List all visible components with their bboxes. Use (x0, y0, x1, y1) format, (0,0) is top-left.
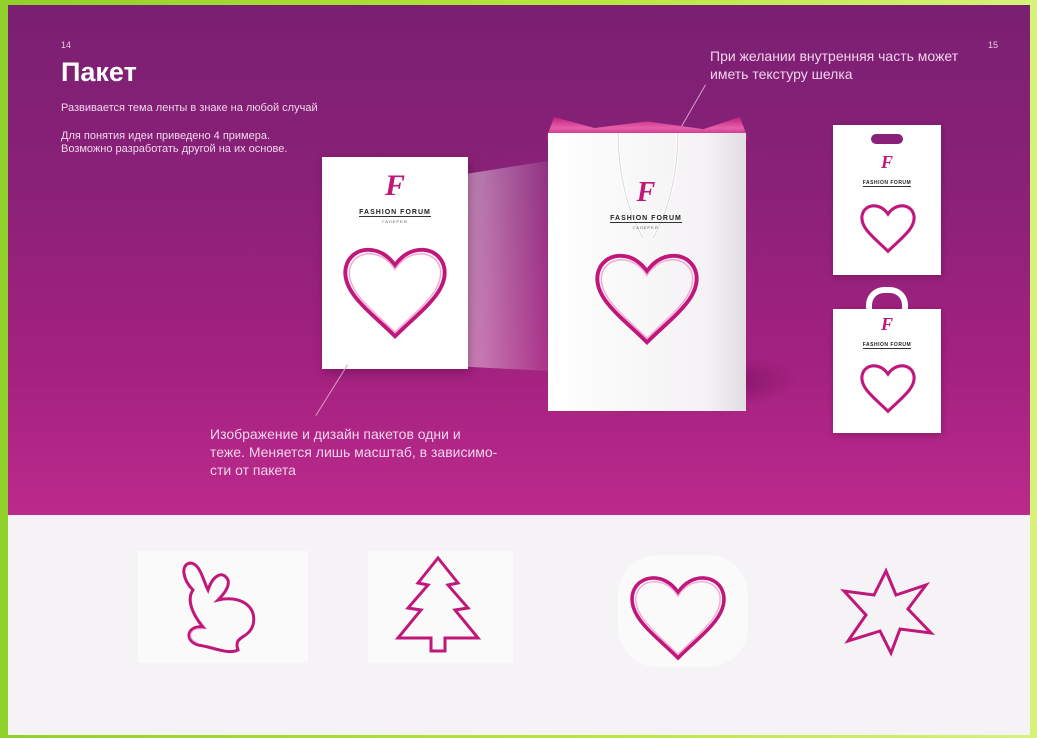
small-heart-icon (860, 204, 916, 254)
page-title: Пакет (61, 57, 137, 87)
bag-logo: F FASHION FORUM ГАЛЕРЕЯ (596, 179, 696, 230)
small-logo-mark: F (880, 152, 893, 172)
small2-logo-mark: F (880, 314, 893, 334)
logo-mark: F (384, 169, 405, 202)
page-number-left: 14 (61, 40, 72, 50)
small2-heart-icon (860, 364, 916, 414)
bag-logo-name: FASHION FORUM (610, 215, 682, 223)
flat-bag-design: F FASHION FORUM ГАЛЕРЕЯ (322, 157, 468, 369)
callout-design-line1: Изображение и дизайн пакетов одни и (210, 426, 461, 442)
subtitle-examples-line2: Возможно разработать другой на их основе… (61, 143, 288, 155)
top-section: 14 15 Пакет Развивается тема ленты в зна… (8, 5, 1030, 515)
small-bag2-logo: F FASHION FORUM (847, 315, 927, 351)
ribbon-shapes-section (8, 515, 1030, 735)
ribbon-star-icon (840, 567, 936, 657)
ribbon-bunny-icon (182, 561, 256, 654)
logo-subtitle: ГАЛЕРЕЯ (382, 219, 408, 224)
shopping-bag-mockup: F FASHION FORUM ГАЛЕРЕЯ (548, 133, 746, 411)
callout-silk-line1: При желании внутренняя часть может (710, 48, 959, 64)
callout-design-line3: сти от пакета (210, 462, 296, 478)
callout-design-pointer (315, 364, 348, 416)
ribbon-tree-icon (394, 555, 482, 653)
presentation-page: 14 15 Пакет Развивается тема ленты в зна… (8, 5, 1030, 735)
ribbon-heart-icon (343, 247, 447, 340)
bag-ribbon-heart-icon (595, 253, 699, 346)
small-logo-name: FASHION FORUM (862, 180, 912, 187)
subtitle-theme: Развивается тема ленты в знаке на любой … (61, 102, 318, 114)
bag-logo-mark: F (636, 177, 656, 208)
small2-logo-name: FASHION FORUM (862, 342, 912, 349)
die-cut-handle (871, 134, 903, 144)
callout-design-line2: теже. Меняется лишь масштаб, в зависимо- (210, 444, 498, 460)
plastic-bag-die-cut: F FASHION FORUM (833, 125, 941, 275)
callout-silk-line2: иметь текстуру шелка (710, 66, 853, 82)
plastic-bag-loop-handle: F FASHION FORUM (833, 309, 941, 433)
projection-glow (468, 161, 548, 371)
subtitle-examples-line1: Для понятия идеи приведено 4 примера. (61, 130, 271, 142)
ribbon-heart-icon-2 (630, 576, 726, 661)
small-bag-logo: F FASHION FORUM (847, 153, 927, 189)
page-number-right: 15 (988, 40, 999, 50)
bag-logo-subtitle: ГАЛЕРЕЯ (633, 225, 659, 230)
logo: F FASHION FORUM ГАЛЕРЕЯ (345, 171, 445, 224)
logo-name: FASHION FORUM (359, 209, 431, 217)
